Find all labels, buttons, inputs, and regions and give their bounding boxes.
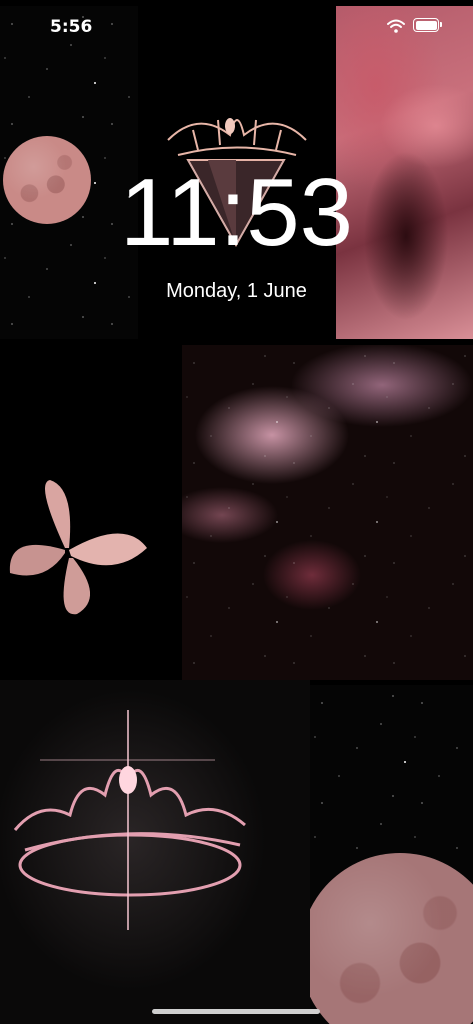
wallpaper-moon-bottom [310,685,473,1024]
crown-icon [13,710,246,930]
star-overlay [182,345,473,680]
status-time: 5:56 [50,17,93,37]
moon-large-image [310,853,473,1024]
wallpaper-crown-bottom [0,680,310,1024]
wallpaper-butterfly [0,340,182,680]
wifi-icon [387,19,405,33]
wallpaper-nebula-mid [182,345,473,680]
home-indicator[interactable] [152,1009,320,1014]
battery-icon [413,18,442,32]
lock-clock: 11:53 [119,159,354,266]
status-bar: 5:56 [0,0,473,56]
butterfly-icon [9,480,147,615]
lock-date: Monday, 1 June [166,280,307,302]
